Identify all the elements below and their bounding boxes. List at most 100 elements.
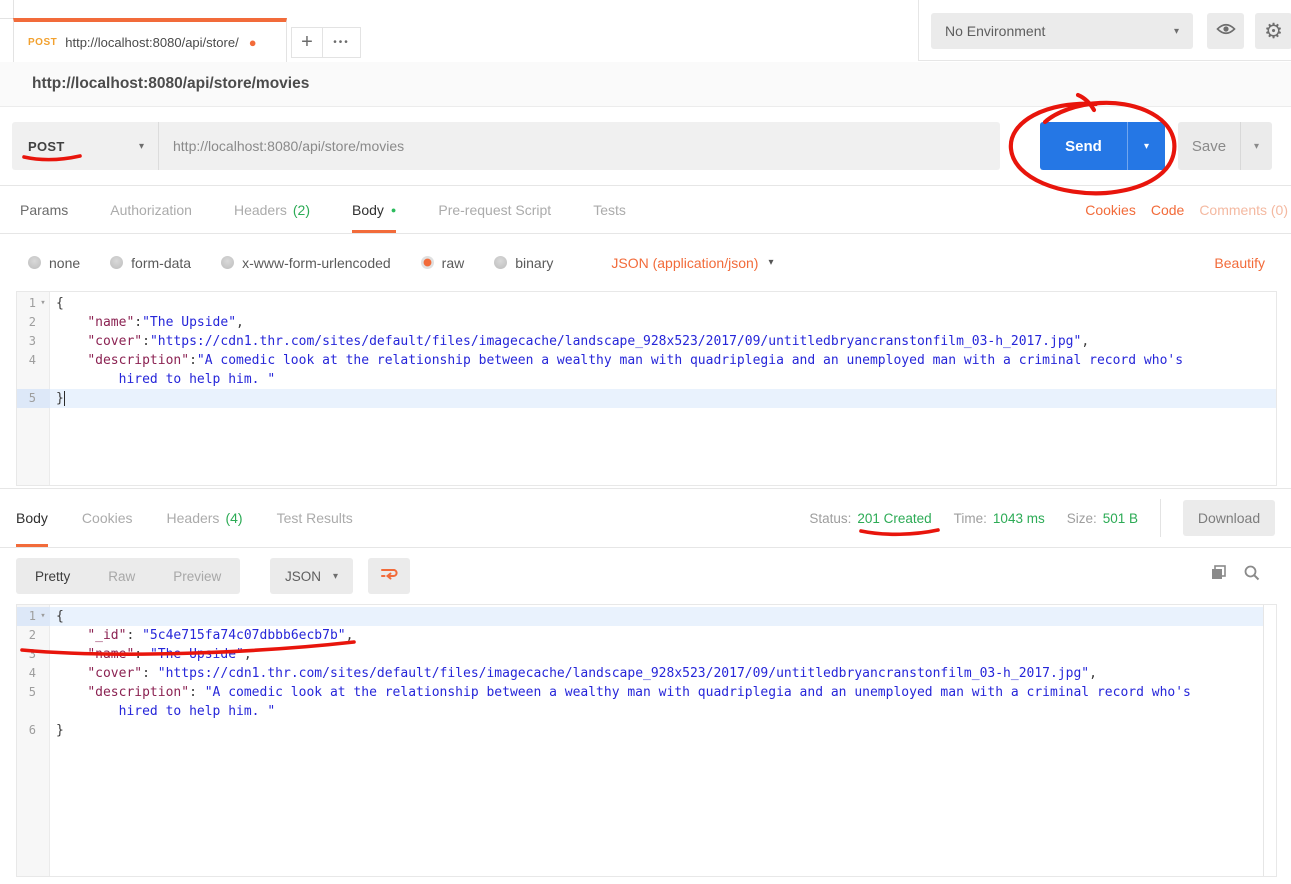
tab-bar: POST http://localhost:8080/api/store/ ● …: [0, 0, 1291, 62]
view-preview[interactable]: Preview: [154, 558, 240, 594]
code-line[interactable]: 4 "description":"A comedic look at the r…: [17, 351, 1276, 370]
code-line[interactable]: 6}: [17, 721, 1276, 740]
token: "description": [87, 353, 189, 368]
request-tab-params[interactable]: Params: [20, 186, 68, 233]
scrollbar[interactable]: [1263, 605, 1276, 876]
token: "A comedic look at the relationship betw…: [197, 353, 1183, 368]
line-number: 6: [19, 721, 36, 740]
code-line[interactable]: 3 "cover":"https://cdn1.thr.com/sites/de…: [17, 332, 1276, 351]
body-mode-label: binary: [515, 255, 553, 271]
request-body-editor[interactable]: 1▾{2 "name":"The Upside",3 "cover":"http…: [16, 291, 1277, 486]
tab-method-label: POST: [28, 37, 57, 48]
line-gutter: 2: [17, 626, 50, 645]
request-tab[interactable]: POST http://localhost:8080/api/store/ ●: [13, 18, 287, 62]
line-number: 4: [19, 351, 36, 370]
fold-arrow-icon[interactable]: ▾: [36, 607, 50, 626]
code-text: {: [50, 607, 1276, 626]
size-pair: Size: 501 B: [1067, 511, 1138, 526]
chevron-down-icon: ▾: [333, 571, 338, 582]
method-selector[interactable]: POST ▾: [12, 122, 158, 170]
request-tab-headers[interactable]: Headers(2): [234, 186, 310, 233]
line-number: 4: [19, 664, 36, 683]
response-tabs: Body Cookies Headers(4) Test Results: [16, 489, 353, 547]
code-line[interactable]: hired to help him. ": [17, 702, 1276, 721]
search-response-button[interactable]: [1243, 564, 1261, 587]
token: "5c4e715fa74c07dbbb6ecb7b": [142, 628, 346, 643]
url-input[interactable]: http://localhost:8080/api/store/movies: [158, 122, 1000, 170]
tab-label: Tests: [593, 202, 626, 218]
wrap-lines-button[interactable]: [368, 558, 410, 594]
response-format-selector[interactable]: JSON ▾: [270, 558, 353, 594]
line-number: 2: [19, 626, 36, 645]
body-mode-none[interactable]: none: [28, 255, 80, 271]
request-tab-pre-request-script[interactable]: Pre-request Script: [438, 186, 551, 233]
code-line[interactable]: 3 "name": "The Upside",: [17, 645, 1276, 664]
code-text: "cover":"https://cdn1.thr.com/sites/defa…: [50, 332, 1276, 351]
chevron-down-icon: ▾: [1174, 26, 1179, 37]
more-tabs-button[interactable]: •••: [322, 27, 361, 58]
comments-link[interactable]: Comments (0): [1199, 202, 1288, 218]
fold-arrow-icon[interactable]: ▾: [36, 294, 50, 313]
code-line[interactable]: 2 "name":"The Upside",: [17, 313, 1276, 332]
request-links: Cookies Code Comments (0): [1085, 186, 1288, 233]
radio-icon: [494, 256, 507, 269]
time-value: 1043 ms: [993, 511, 1045, 526]
cookies-link[interactable]: Cookies: [1085, 202, 1136, 218]
code-line[interactable]: hired to help him. ": [17, 370, 1276, 389]
code-line[interactable]: 5}: [17, 389, 1276, 408]
send-button-group: Send ▾: [1040, 122, 1165, 170]
token: "cover": [87, 666, 142, 681]
copy-response-button[interactable]: [1210, 564, 1227, 586]
code-line[interactable]: 4 "cover": "https://cdn1.thr.com/sites/d…: [17, 664, 1276, 683]
save-options-button[interactable]: ▾: [1240, 122, 1272, 170]
token: "https://cdn1.thr.com/sites/default/file…: [158, 666, 1089, 681]
code-line[interactable]: 1▾{: [17, 294, 1276, 313]
send-button[interactable]: Send: [1040, 122, 1127, 170]
response-tab-test-results[interactable]: Test Results: [277, 489, 353, 547]
request-tab-authorization[interactable]: Authorization: [110, 186, 192, 233]
tab-label: Test Results: [277, 510, 353, 526]
save-button-group: Save ▾: [1178, 122, 1272, 170]
line-gutter: 3: [17, 645, 50, 664]
request-bar: POST ▾ http://localhost:8080/api/store/m…: [0, 107, 1291, 186]
view-pretty[interactable]: Pretty: [16, 558, 89, 594]
response-tab-body[interactable]: Body: [16, 489, 48, 547]
code-line[interactable]: 1▾{: [17, 607, 1276, 626]
response-tab-headers[interactable]: Headers(4): [167, 489, 243, 547]
body-mode-x-www-form-urlencoded[interactable]: x-www-form-urlencoded: [221, 255, 391, 271]
line-gutter: [17, 702, 50, 721]
request-tab-tests[interactable]: Tests: [593, 186, 626, 233]
code-text: hired to help him. ": [50, 370, 1276, 389]
tab-url-label: http://localhost:8080/api/store/: [65, 35, 238, 50]
content-type-selector[interactable]: JSON (application/json)▾: [611, 255, 773, 271]
new-tab-button[interactable]: +: [291, 27, 323, 58]
response-body-editor[interactable]: 1▾{2 "_id": "5c4e715fa74c07dbbb6ecb7b",3…: [16, 604, 1277, 877]
gear-icon: ⚙: [1264, 21, 1283, 42]
window-edge-divider: [0, 18, 14, 19]
body-mode-raw[interactable]: raw: [421, 255, 465, 271]
body-mode-binary[interactable]: binary: [494, 255, 553, 271]
settings-button[interactable]: ⚙: [1255, 13, 1291, 49]
send-options-button[interactable]: ▾: [1127, 122, 1165, 170]
status-badge: 201 Created: [857, 511, 931, 526]
save-button[interactable]: Save: [1178, 122, 1240, 170]
environment-selector[interactable]: No Environment ▾: [931, 13, 1193, 49]
code-link[interactable]: Code: [1151, 202, 1184, 218]
code-line[interactable]: 5 "description": "A comedic look at the …: [17, 683, 1276, 702]
search-icon: [1243, 569, 1261, 586]
request-tab-body[interactable]: Body●: [352, 186, 396, 233]
response-tab-cookies[interactable]: Cookies: [82, 489, 133, 547]
token: "A comedic look at the relationship betw…: [205, 685, 1191, 700]
body-mode-form-data[interactable]: form-data: [110, 255, 191, 271]
token: ,: [1081, 334, 1089, 349]
download-button[interactable]: Download: [1183, 500, 1275, 536]
code-line[interactable]: 2 "_id": "5c4e715fa74c07dbbb6ecb7b",: [17, 626, 1276, 645]
response-header: Body Cookies Headers(4) Test Results Status…: [0, 488, 1291, 548]
body-mode-label: x-www-form-urlencoded: [242, 255, 391, 271]
beautify-link[interactable]: Beautify: [1214, 234, 1265, 291]
status-pair: Status: 201 Created: [809, 511, 931, 526]
environment-quick-look-button[interactable]: [1207, 13, 1244, 49]
line-gutter: [17, 370, 50, 389]
view-raw[interactable]: Raw: [89, 558, 154, 594]
status-label: Status:: [809, 511, 851, 526]
